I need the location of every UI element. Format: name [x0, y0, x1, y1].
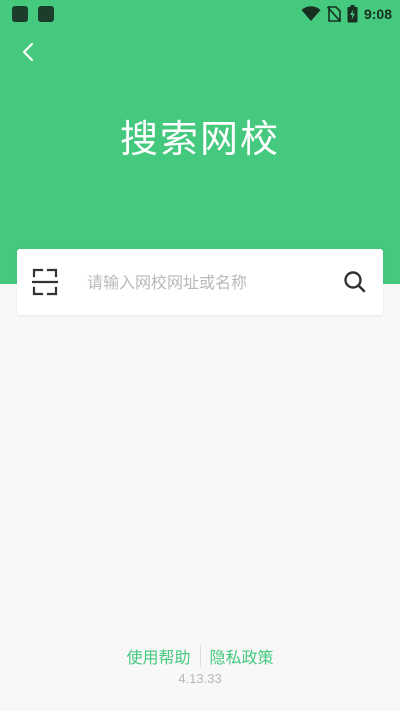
- footer-divider: [199, 645, 201, 667]
- battery-charging-icon: [347, 5, 358, 23]
- notification-app-icon: [12, 6, 28, 22]
- status-icons: 9:08: [301, 4, 392, 24]
- back-button[interactable]: [12, 36, 44, 68]
- help-link[interactable]: 使用帮助: [122, 644, 194, 668]
- search-icon: [344, 271, 366, 293]
- privacy-policy-link[interactable]: 隐私政策: [206, 644, 278, 668]
- status-time: 9:08: [363, 6, 392, 22]
- search-button[interactable]: [341, 268, 369, 296]
- search-bar: [17, 249, 383, 315]
- page-title: 搜索网校: [119, 117, 280, 161]
- chevron-left-icon: [22, 42, 34, 62]
- version-label: 4.13.33: [178, 671, 222, 686]
- search-input[interactable]: [87, 266, 327, 298]
- notification-app-icon: [38, 6, 54, 22]
- wifi-icon: [301, 6, 321, 21]
- footer-links: 使用帮助 隐私政策: [0, 644, 400, 668]
- status-bar: 9:08: [0, 0, 400, 28]
- scan-icon: [31, 268, 59, 296]
- header-banner: 9:08 搜索网校: [0, 0, 400, 284]
- scan-button[interactable]: [31, 268, 59, 296]
- no-sim-icon: [326, 6, 341, 22]
